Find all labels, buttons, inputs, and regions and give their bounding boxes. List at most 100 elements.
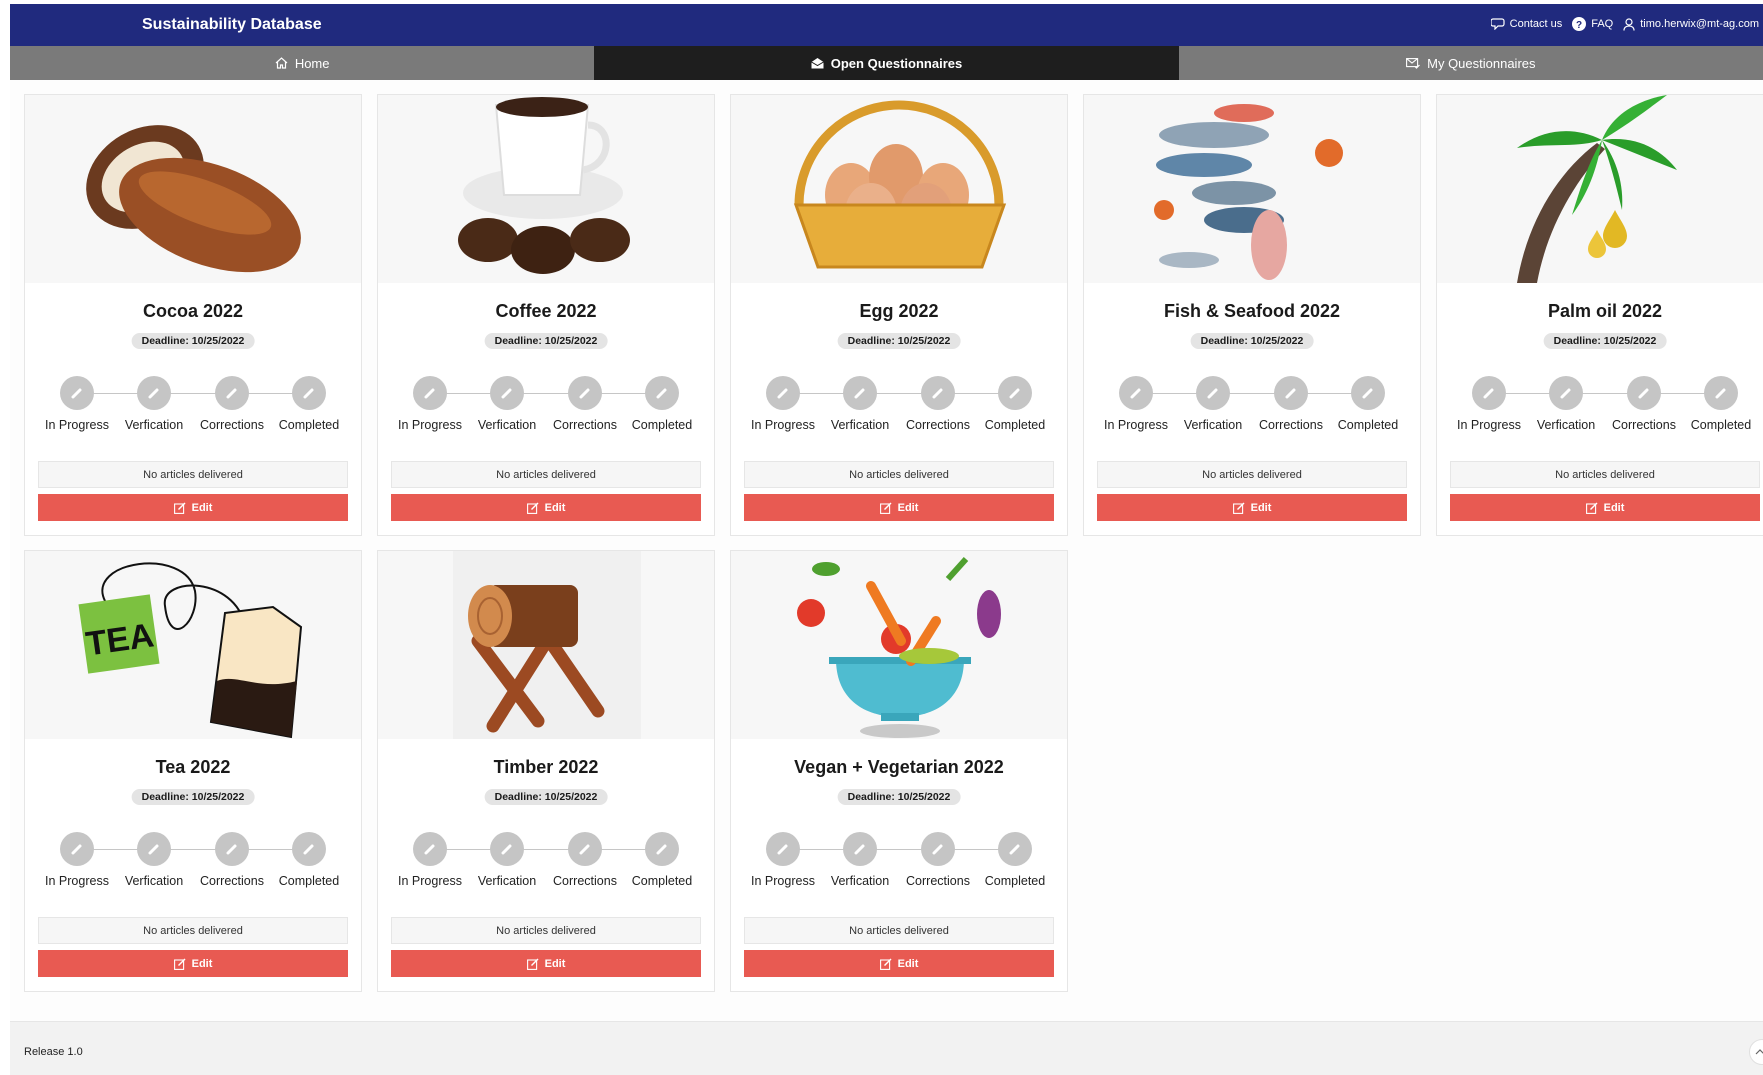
step-label: Completed bbox=[631, 874, 693, 888]
chat-icon bbox=[1490, 18, 1505, 30]
faq-link[interactable]: ? FAQ bbox=[1572, 17, 1613, 31]
progress-stepper: In Progress Verfication Corrections Comp… bbox=[1437, 376, 1763, 432]
edit-button[interactable]: Edit bbox=[1450, 494, 1760, 521]
progress-stepper: In Progress Verfication Corrections Comp… bbox=[25, 376, 361, 432]
questionnaire-card: Fish & Seafood 2022 Deadline: 10/25/2022… bbox=[1083, 94, 1421, 536]
question-icon: ? bbox=[1572, 17, 1587, 31]
pencil-icon bbox=[137, 832, 171, 866]
contact-link[interactable]: Contact us bbox=[1490, 18, 1562, 30]
chevron-up-icon bbox=[1755, 1049, 1763, 1055]
questionnaire-card: Timber 2022 Deadline: 10/25/2022 In Prog… bbox=[377, 550, 715, 992]
step-label: Completed bbox=[278, 418, 340, 432]
fish-seafood-image bbox=[1084, 95, 1420, 283]
tab-open-questionnaires[interactable]: Open Questionnaires bbox=[594, 46, 1179, 80]
tab-my-questionnaires[interactable]: My Questionnaires bbox=[1178, 46, 1763, 80]
questionnaire-card: TEA Tea 2022 Deadline: 10/25/2022 In Pro… bbox=[24, 550, 362, 992]
edit-icon bbox=[526, 502, 539, 514]
pencil-icon bbox=[645, 376, 679, 410]
edit-label: Edit bbox=[1603, 501, 1625, 514]
card-title: Fish & Seafood 2022 bbox=[1163, 301, 1341, 321]
questionnaire-card: Vegan + Vegetarian 2022 Deadline: 10/25/… bbox=[730, 550, 1068, 992]
pencil-icon bbox=[1351, 376, 1385, 410]
step-completed: Completed bbox=[264, 376, 354, 432]
user-email: timo.herwix@mt-ag.com bbox=[1640, 18, 1759, 30]
deadline-badge: Deadline: 10/25/2022 bbox=[837, 333, 961, 349]
timber-log-image bbox=[378, 551, 714, 739]
edit-button[interactable]: Edit bbox=[744, 494, 1054, 521]
edit-label: Edit bbox=[897, 957, 919, 970]
pencil-icon bbox=[766, 832, 800, 866]
edit-label: Edit bbox=[1250, 501, 1272, 514]
articles-status: No articles delivered bbox=[38, 917, 348, 944]
progress-stepper: In Progress Verfication Corrections Comp… bbox=[378, 376, 714, 432]
pencil-icon bbox=[1549, 376, 1583, 410]
step-label: Completed bbox=[984, 874, 1046, 888]
articles-status: No articles delivered bbox=[391, 917, 701, 944]
card-title: Palm oil 2022 bbox=[1547, 301, 1663, 321]
edit-icon bbox=[526, 958, 539, 970]
pencil-icon bbox=[60, 832, 94, 866]
card-title: Cocoa 2022 bbox=[142, 301, 244, 321]
edit-icon bbox=[1232, 502, 1245, 514]
step-verification: Verfication bbox=[1521, 376, 1611, 432]
step-label: Verfication bbox=[1536, 418, 1596, 432]
egg-basket-image bbox=[731, 95, 1067, 283]
step-label: Verfication bbox=[477, 418, 537, 432]
deadline-badge: Deadline: 10/25/2022 bbox=[131, 333, 255, 349]
deadline-badge: Deadline: 10/25/2022 bbox=[1543, 333, 1667, 349]
step-verification: Verfication bbox=[462, 832, 552, 888]
top-links: Contact us ? FAQ timo.herwix@mt-ag.com bbox=[1481, 17, 1759, 31]
mail-check-icon bbox=[1406, 58, 1421, 69]
vegetable-bowl-image bbox=[731, 551, 1067, 739]
pencil-icon bbox=[1196, 376, 1230, 410]
tab-home[interactable]: Home bbox=[10, 46, 595, 80]
top-bar: Sustainability Database Contact us ? FAQ… bbox=[10, 4, 1763, 46]
step-label: Completed bbox=[278, 874, 340, 888]
release-label: Release 1.0 bbox=[24, 1046, 83, 1058]
step-verification: Verfication bbox=[109, 376, 199, 432]
edit-button[interactable]: Edit bbox=[38, 950, 348, 977]
articles-status: No articles delivered bbox=[744, 461, 1054, 488]
scroll-top-button[interactable] bbox=[1749, 1039, 1763, 1065]
articles-status: No articles delivered bbox=[391, 461, 701, 488]
questionnaire-card: Egg 2022 Deadline: 10/25/2022 In Progres… bbox=[730, 94, 1068, 536]
pencil-icon bbox=[1472, 376, 1506, 410]
step-label: Verfication bbox=[830, 418, 890, 432]
pencil-icon bbox=[490, 376, 524, 410]
card-title: Egg 2022 bbox=[859, 301, 939, 321]
pencil-icon bbox=[998, 832, 1032, 866]
step-verification: Verfication bbox=[109, 832, 199, 888]
edit-button[interactable]: Edit bbox=[391, 950, 701, 977]
pencil-icon bbox=[568, 376, 602, 410]
pencil-icon bbox=[60, 376, 94, 410]
edit-button[interactable]: Edit bbox=[744, 950, 1054, 977]
edit-icon bbox=[1585, 502, 1598, 514]
app-frame: Sustainability Database Contact us ? FAQ… bbox=[10, 4, 1763, 1075]
cocoa-pod-image bbox=[25, 95, 361, 283]
tab-my-label: My Questionnaires bbox=[1427, 55, 1536, 71]
tea-bag-image: TEA bbox=[25, 551, 361, 739]
pencil-icon bbox=[1704, 376, 1738, 410]
step-label: Completed bbox=[1337, 418, 1399, 432]
edit-button[interactable]: Edit bbox=[38, 494, 348, 521]
pencil-icon bbox=[215, 376, 249, 410]
step-label: Completed bbox=[631, 418, 693, 432]
faq-label: FAQ bbox=[1591, 18, 1614, 30]
pencil-icon bbox=[921, 376, 955, 410]
edit-button[interactable]: Edit bbox=[1097, 494, 1407, 521]
edit-button[interactable]: Edit bbox=[391, 494, 701, 521]
articles-status: No articles delivered bbox=[1097, 461, 1407, 488]
deadline-badge: Deadline: 10/25/2022 bbox=[837, 789, 961, 805]
edit-icon bbox=[879, 958, 892, 970]
card-title: Tea 2022 bbox=[155, 757, 231, 777]
user-menu[interactable]: timo.herwix@mt-ag.com bbox=[1623, 17, 1759, 31]
svg-text:?: ? bbox=[1576, 20, 1582, 31]
card-title: Coffee 2022 bbox=[495, 301, 597, 321]
questionnaire-card: Coffee 2022 Deadline: 10/25/2022 In Prog… bbox=[377, 94, 715, 536]
pencil-icon bbox=[1627, 376, 1661, 410]
edit-icon bbox=[879, 502, 892, 514]
pencil-icon bbox=[568, 832, 602, 866]
step-verification: Verfication bbox=[462, 376, 552, 432]
app-title[interactable]: Sustainability Database bbox=[142, 16, 322, 34]
envelope-open-icon bbox=[810, 58, 824, 69]
